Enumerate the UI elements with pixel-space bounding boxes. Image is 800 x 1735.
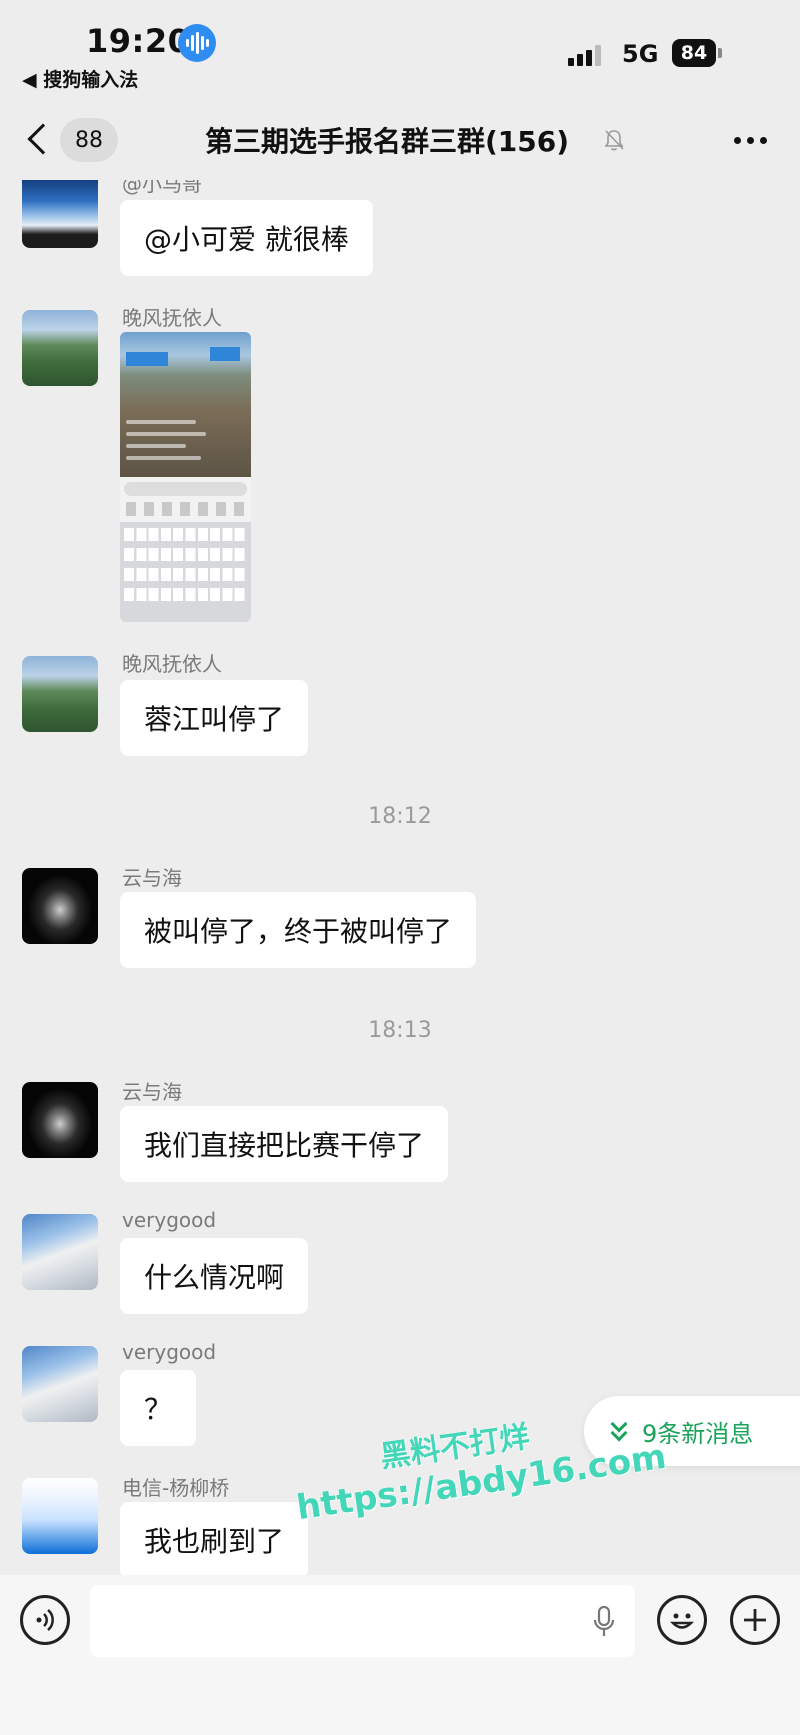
timestamp: 18:12 — [368, 804, 432, 829]
new-messages-button[interactable]: 9条新消息 — [584, 1396, 800, 1466]
sender-name: 云与海 — [122, 1080, 182, 1104]
message-bubble[interactable]: 蓉江叫停了 — [120, 680, 309, 756]
plus-icon — [744, 1609, 766, 1631]
voice-activity-icon — [178, 24, 216, 62]
emoji-icon — [669, 1613, 695, 1629]
more-options-button[interactable] — [728, 122, 772, 158]
message-bubble[interactable]: @小可爱 就很棒 — [120, 200, 373, 276]
sender-name: 晚风抚依人 — [122, 306, 222, 330]
signal-strength-icon — [568, 44, 608, 66]
sender-name: verygood — [122, 1208, 217, 1232]
double-chevron-down-icon — [610, 1415, 630, 1442]
chat-header: 88 第三期选手报名群三群(156) — [0, 110, 800, 174]
sender-name: 电信-杨柳桥 — [122, 1476, 230, 1500]
image-message[interactable] — [120, 332, 251, 622]
sender-name: @小马哥 — [122, 180, 202, 196]
message-bubble[interactable]: 我也刷到了 — [120, 1502, 309, 1575]
message-bubble[interactable]: ？ — [120, 1370, 197, 1446]
chat-title: 第三期选手报名群三群(156) — [205, 125, 570, 158]
avatar[interactable] — [22, 180, 98, 248]
sender-name: 晚风抚依人 — [122, 652, 222, 676]
emoji-button[interactable] — [657, 1595, 707, 1645]
avatar[interactable] — [22, 310, 98, 386]
new-messages-label: 9条新消息 — [642, 1419, 754, 1448]
avatar[interactable] — [22, 1082, 98, 1158]
mic-icon[interactable] — [592, 1605, 616, 1639]
image-keyboard-area — [120, 522, 251, 622]
input-bar — [0, 1575, 800, 1735]
battery-level: 84 — [680, 42, 708, 64]
image-photo-area — [120, 332, 251, 477]
more-actions-button[interactable] — [730, 1595, 780, 1645]
message-input[interactable] — [90, 1585, 635, 1657]
back-arrow-icon[interactable] — [27, 123, 59, 155]
unread-count-badge[interactable]: 88 — [60, 118, 118, 162]
avatar[interactable] — [22, 656, 98, 732]
voice-input-icon — [36, 1609, 54, 1631]
network-type: 5G — [622, 40, 659, 68]
battery-cap — [718, 48, 722, 58]
timestamp: 18:13 — [368, 1018, 432, 1043]
status-bar: 19:20 ◀ 搜狗输入法 5G 84 — [0, 0, 800, 100]
avatar[interactable] — [22, 868, 98, 944]
message-list[interactable]: @小马哥 @小可爱 就很棒 晚风抚依人 晚风抚依人 蓉江叫停了 18:12 云与… — [0, 180, 800, 1575]
avatar[interactable] — [22, 1346, 98, 1422]
mute-bell-icon — [604, 130, 624, 151]
back-to-app-link[interactable]: ◀ 搜狗输入法 — [22, 65, 138, 92]
status-time: 19:20 — [86, 22, 191, 60]
voice-input-button[interactable] — [20, 1595, 70, 1645]
message-bubble[interactable]: 什么情况啊 — [120, 1238, 309, 1314]
sender-name: 云与海 — [122, 866, 182, 890]
message-bubble[interactable]: 被叫停了，终于被叫停了 — [120, 892, 477, 968]
sender-name: verygood — [122, 1340, 217, 1364]
avatar[interactable] — [22, 1478, 98, 1554]
battery-icon: 84 — [672, 39, 716, 67]
avatar[interactable] — [22, 1214, 98, 1290]
message-bubble[interactable]: 我们直接把比赛干停了 — [120, 1106, 449, 1182]
